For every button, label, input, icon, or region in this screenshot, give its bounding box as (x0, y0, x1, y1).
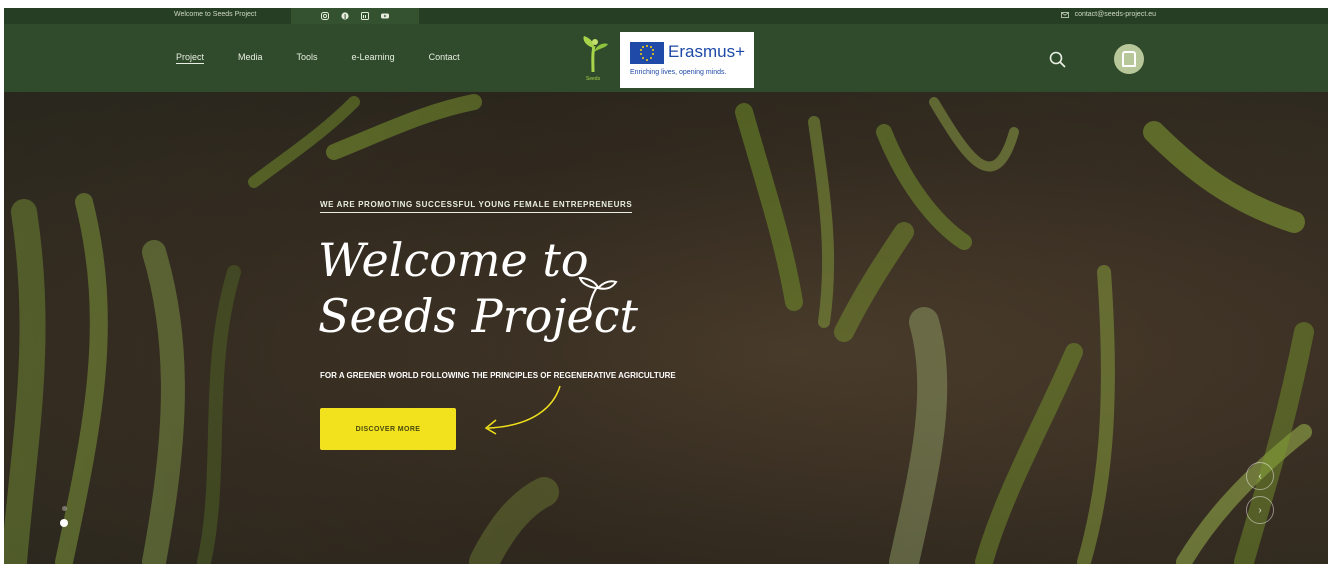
erasmus-name: Erasmus+ (668, 42, 745, 61)
nav-item-media[interactable]: Media (238, 52, 263, 62)
hero-overlay (4, 92, 1328, 564)
instagram-icon[interactable] (321, 12, 329, 20)
slider-dot-active[interactable] (60, 519, 68, 527)
youtube-icon[interactable] (381, 12, 389, 20)
email-text: contact@seeds-project.eu (1074, 11, 1156, 18)
slider-next-button[interactable]: › (1246, 496, 1274, 524)
discover-more-label: DISCOVER MORE (355, 425, 421, 433)
nav-item-project[interactable]: Project (176, 52, 204, 62)
nav-item-contact[interactable]: Contact (429, 52, 460, 62)
hero-section: WE ARE PROMOTING SUCCESSFUL YOUNG FEMALE… (4, 92, 1328, 564)
social-links (291, 8, 419, 24)
linkedin-icon[interactable] (361, 12, 369, 20)
search-icon[interactable] (1048, 50, 1068, 70)
sprout-logo-icon (583, 36, 608, 73)
logo-text: Seeds (585, 76, 601, 82)
account-icon (1122, 51, 1136, 67)
hero-title: Welcome to Seeds Project (318, 232, 638, 344)
mail-icon (1060, 11, 1069, 18)
erasmus-logo: Erasmus+ Enriching lives, opening minds. (620, 32, 754, 88)
slider-dot[interactable] (61, 506, 67, 511)
chevron-down-icon: › (1258, 504, 1262, 516)
contact-email[interactable]: contact@seeds-project.eu (1060, 11, 1156, 18)
hero-tagline: WE ARE PROMOTING SUCCESSFUL YOUNG FEMALE… (320, 200, 633, 213)
top-bar: Welcome to Seeds Project contact@seeds-p… (4, 8, 1328, 24)
page-frame: Welcome to Seeds Project contact@seeds-p… (4, 8, 1328, 564)
chevron-up-icon: ‹ (1258, 470, 1262, 482)
seeds-logo[interactable]: Seeds (576, 34, 610, 82)
main-nav: Project Media Tools e-Learning Contact S… (4, 24, 1328, 92)
leaf-icon (578, 276, 618, 315)
slider-pagination (60, 506, 68, 527)
facebook-icon[interactable] (341, 12, 349, 20)
curved-arrow-icon (484, 385, 561, 435)
discover-more-button[interactable]: DISCOVER MORE (320, 408, 456, 450)
account-button[interactable] (1114, 44, 1144, 74)
eu-flag-icon (630, 42, 664, 64)
erasmus-tagline: Enriching lives, opening minds. (630, 69, 727, 76)
nav-item-tools[interactable]: Tools (297, 52, 318, 62)
slider-prev-button[interactable]: ‹ (1246, 462, 1274, 490)
welcome-text: Welcome to Seeds Project (174, 11, 257, 18)
hero-subtitle: FOR A GREENER WORLD FOLLOWING THE PRINCI… (320, 371, 676, 380)
nav-menu: Project Media Tools e-Learning Contact (176, 52, 460, 62)
nav-item-elearning[interactable]: e-Learning (352, 52, 395, 62)
